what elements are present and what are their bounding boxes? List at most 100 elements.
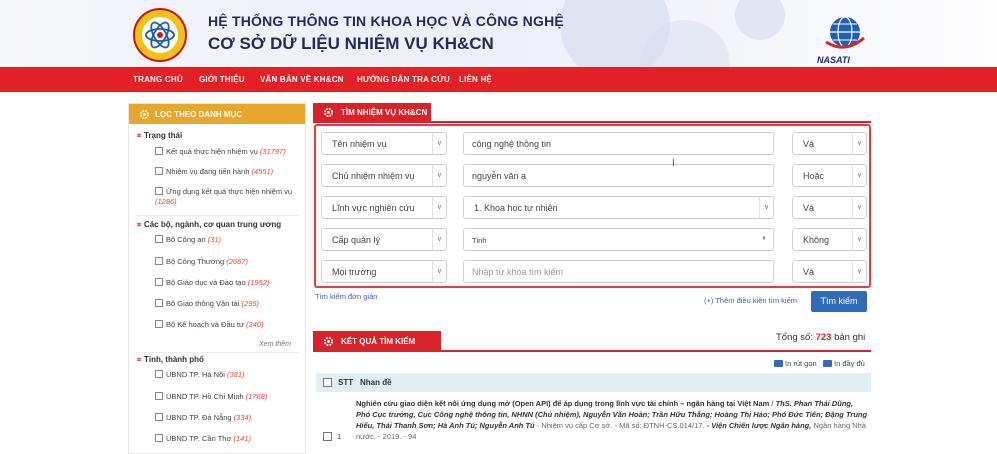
results-total: Tổng số: 723 bản ghi bbox=[776, 332, 866, 343]
checkbox[interactable] bbox=[155, 392, 163, 400]
field-select[interactable]: Lĩnh vực nghiên cứu ∨ bbox=[321, 196, 447, 219]
results-heading: KẾT QUẢ TÌM KIẾM bbox=[313, 331, 441, 351]
nav-item-documents[interactable]: VĂN BẢN VỀ KH&CN bbox=[260, 75, 344, 84]
filter-item-ministry[interactable]: Bộ Giao thông Vận tải (295) bbox=[155, 299, 303, 309]
gear-icon bbox=[139, 109, 150, 120]
row-checkbox[interactable] bbox=[323, 432, 332, 441]
row-org: - Viện Chiến lược Ngân hàng, bbox=[706, 421, 814, 430]
printer-icon bbox=[774, 360, 783, 367]
header-title-line1: HỆ THỐNG THÔNG TIN KHOA HỌC VÀ CÔNG NGHỆ bbox=[208, 13, 564, 29]
checkbox[interactable] bbox=[155, 278, 163, 286]
research-field-select[interactable]: 1. Khoa học tự nhiên ∨ bbox=[463, 196, 774, 219]
checkbox[interactable] bbox=[155, 147, 163, 155]
divider bbox=[313, 350, 871, 352]
advanced-search-form: Tên nhiệm vụ ∨ công nghệ thông tin Và ∨ Ch… bbox=[314, 124, 871, 288]
checkbox[interactable] bbox=[155, 370, 163, 378]
chevron-down-icon: ∨ bbox=[432, 261, 446, 282]
text-cursor-icon: I bbox=[672, 158, 675, 169]
search-button[interactable]: Tìm kiếm bbox=[811, 291, 867, 312]
header-title-line2: CƠ SỞ DỮ LIỆU NHIỆM VỤ KH&CN bbox=[208, 34, 494, 53]
printer-icon bbox=[823, 360, 832, 367]
print-full-button[interactable]: In đầy đủ bbox=[823, 359, 865, 368]
checkbox[interactable] bbox=[155, 413, 163, 421]
filter-group-status: ⌗ Trạng thái bbox=[137, 131, 183, 140]
checkbox[interactable] bbox=[155, 167, 163, 175]
filter-item-applications[interactable]: Ứng dụng kết quả thực hiện nhiệm vụ (1286… bbox=[155, 187, 303, 207]
see-more-link[interactable]: Xem thêm bbox=[259, 341, 291, 348]
checkbox[interactable] bbox=[155, 187, 163, 195]
nasati-logo-text: NASATI bbox=[817, 55, 850, 65]
chevron-down-icon: ∨ bbox=[432, 165, 446, 186]
chevron-down-icon: ∨ bbox=[852, 165, 866, 186]
row-title-link[interactable]: Nghiên cứu giao diện kết nối ứng dụng mở… bbox=[356, 399, 769, 408]
filter-group-title: Trạng thái bbox=[143, 131, 183, 140]
row-meta: - Nhiệm vụ cấp Cơ sở. - Mã số: ĐTNH-CS.0… bbox=[536, 421, 705, 430]
operator-select[interactable]: Không ∨ bbox=[792, 228, 867, 251]
chevron-down-icon: ∨ bbox=[759, 197, 773, 218]
sidebar-heading: LỌC THEO DANH MỤC bbox=[129, 104, 305, 124]
main-nav: TRANG CHỦ GIỚI THIỆU VĂN BẢN VỀ KH&CN HƯ… bbox=[0, 67, 997, 92]
checkbox[interactable] bbox=[155, 299, 163, 307]
checkbox[interactable] bbox=[155, 320, 163, 328]
filter-group-ministries: ⌗ Các bộ, ngành, cơ quan trung ương bbox=[137, 220, 282, 229]
keyword-input[interactable]: Nhập từ khóa tìm kiếm bbox=[463, 260, 774, 283]
filter-sidebar: LỌC THEO DANH MỤC ⌗ Trạng thái Kết quả th… bbox=[128, 103, 306, 454]
search-term-input[interactable]: công nghệ thông tin bbox=[463, 132, 774, 155]
nav-item-home[interactable]: TRANG CHỦ bbox=[133, 75, 183, 84]
chevron-down-icon: ∨ bbox=[852, 133, 866, 154]
operator-select[interactable]: Và ∨ bbox=[792, 260, 867, 283]
column-stt: STT bbox=[338, 378, 354, 387]
filter-item-ministry[interactable]: Bộ Công Thương (2667) bbox=[155, 257, 303, 267]
search-panel-heading: TÌM NHIỆM VỤ KH&CN bbox=[313, 103, 431, 122]
filter-group-title: Tỉnh, thành phố bbox=[143, 355, 204, 364]
sidebar-heading-label: LỌC THEO DANH MỤC bbox=[155, 110, 243, 119]
field-select[interactable]: Chủ nhiệm nhiệm vụ ∨ bbox=[321, 164, 447, 187]
filter-item-province[interactable]: UBND TP. Cần Thơ (141) bbox=[155, 434, 303, 444]
column-title: Nhan đề bbox=[360, 378, 392, 387]
operator-select[interactable]: Và ∨ bbox=[792, 132, 867, 155]
gear-icon bbox=[323, 107, 334, 118]
chevron-down-icon: ∨ bbox=[852, 197, 866, 218]
filter-item-province[interactable]: UBND TP. Hồ Chí Minh (1768) bbox=[155, 392, 303, 402]
nav-item-about[interactable]: GIỚI THIỆU bbox=[199, 75, 245, 84]
nav-item-guide[interactable]: HƯỚNG DẪN TRA CỨU bbox=[357, 75, 450, 84]
filter-item-ministry[interactable]: Bộ Giáo dục và Đào tạo (1952) bbox=[155, 278, 303, 288]
header-decoration bbox=[735, 0, 785, 40]
results-heading-label: KẾT QUẢ TÌM KIẾM bbox=[341, 337, 416, 346]
field-select[interactable]: Cấp quản lý ∨ bbox=[321, 228, 447, 251]
filter-group-title: Các bộ, ngành, cơ quan trung ương bbox=[143, 220, 282, 229]
filter-item-ministry[interactable]: Bộ Kế hoạch và Đầu tư (240) bbox=[155, 320, 303, 330]
operator-select[interactable]: Hoặc ∨ bbox=[792, 164, 867, 187]
filter-item-province[interactable]: UBND TP. Đà Nẵng (334) bbox=[155, 413, 303, 423]
divider bbox=[135, 215, 299, 216]
simple-search-link[interactable]: Tìm kiếm đơn giản bbox=[315, 292, 377, 301]
results-count: 723 bbox=[815, 332, 832, 343]
operator-select[interactable]: Và ∨ bbox=[792, 196, 867, 219]
search-term-input[interactable]: nguyễn văn a bbox=[463, 164, 774, 187]
checkbox[interactable] bbox=[155, 434, 163, 442]
row-stt: 1 bbox=[337, 432, 342, 441]
filter-item-in-progress[interactable]: Nhiệm vụ đang tiến hành (4551) bbox=[155, 167, 303, 177]
select-all-checkbox[interactable] bbox=[323, 378, 332, 387]
print-short-button[interactable]: In rút gọn bbox=[774, 359, 817, 368]
row-content: Nghiên cứu giao diện kết nối ứng dụng mở… bbox=[356, 399, 868, 441]
chevron-down-icon: ∨ bbox=[432, 197, 446, 218]
field-select[interactable]: Mọi trường ∨ bbox=[321, 260, 447, 283]
filter-group-provinces: ⌗ Tỉnh, thành phố bbox=[137, 355, 204, 364]
gear-icon bbox=[323, 336, 334, 347]
results-table-header: STT Nhan đề bbox=[316, 373, 871, 392]
chevron-down-icon: ∨ bbox=[432, 229, 446, 250]
checkbox[interactable] bbox=[155, 235, 163, 243]
field-select[interactable]: Tên nhiệm vụ ∨ bbox=[321, 132, 447, 155]
nav-item-contact[interactable]: LIÊN HỆ bbox=[459, 75, 492, 84]
filter-item-province[interactable]: UBND TP. Hà Nội (381) bbox=[155, 370, 303, 380]
filter-item-results[interactable]: Kết quả thực hiện nhiệm vụ (31797) bbox=[155, 147, 303, 157]
caret-down-icon: ▼ bbox=[761, 236, 767, 242]
site-header: HỆ THỐNG THÔNG TIN KHOA HỌC VÀ CÔNG NGHỆ… bbox=[0, 0, 997, 67]
ministry-logo[interactable] bbox=[133, 8, 187, 62]
management-level-select[interactable]: Tỉnh ▼ bbox=[463, 228, 774, 251]
chevron-down-icon: ∨ bbox=[852, 261, 866, 282]
checkbox[interactable] bbox=[155, 257, 163, 265]
filter-item-ministry[interactable]: Bộ Công an (31) bbox=[155, 235, 303, 245]
add-condition-link[interactable]: (+) Thêm điều kiện tìm kiếm bbox=[704, 296, 797, 305]
